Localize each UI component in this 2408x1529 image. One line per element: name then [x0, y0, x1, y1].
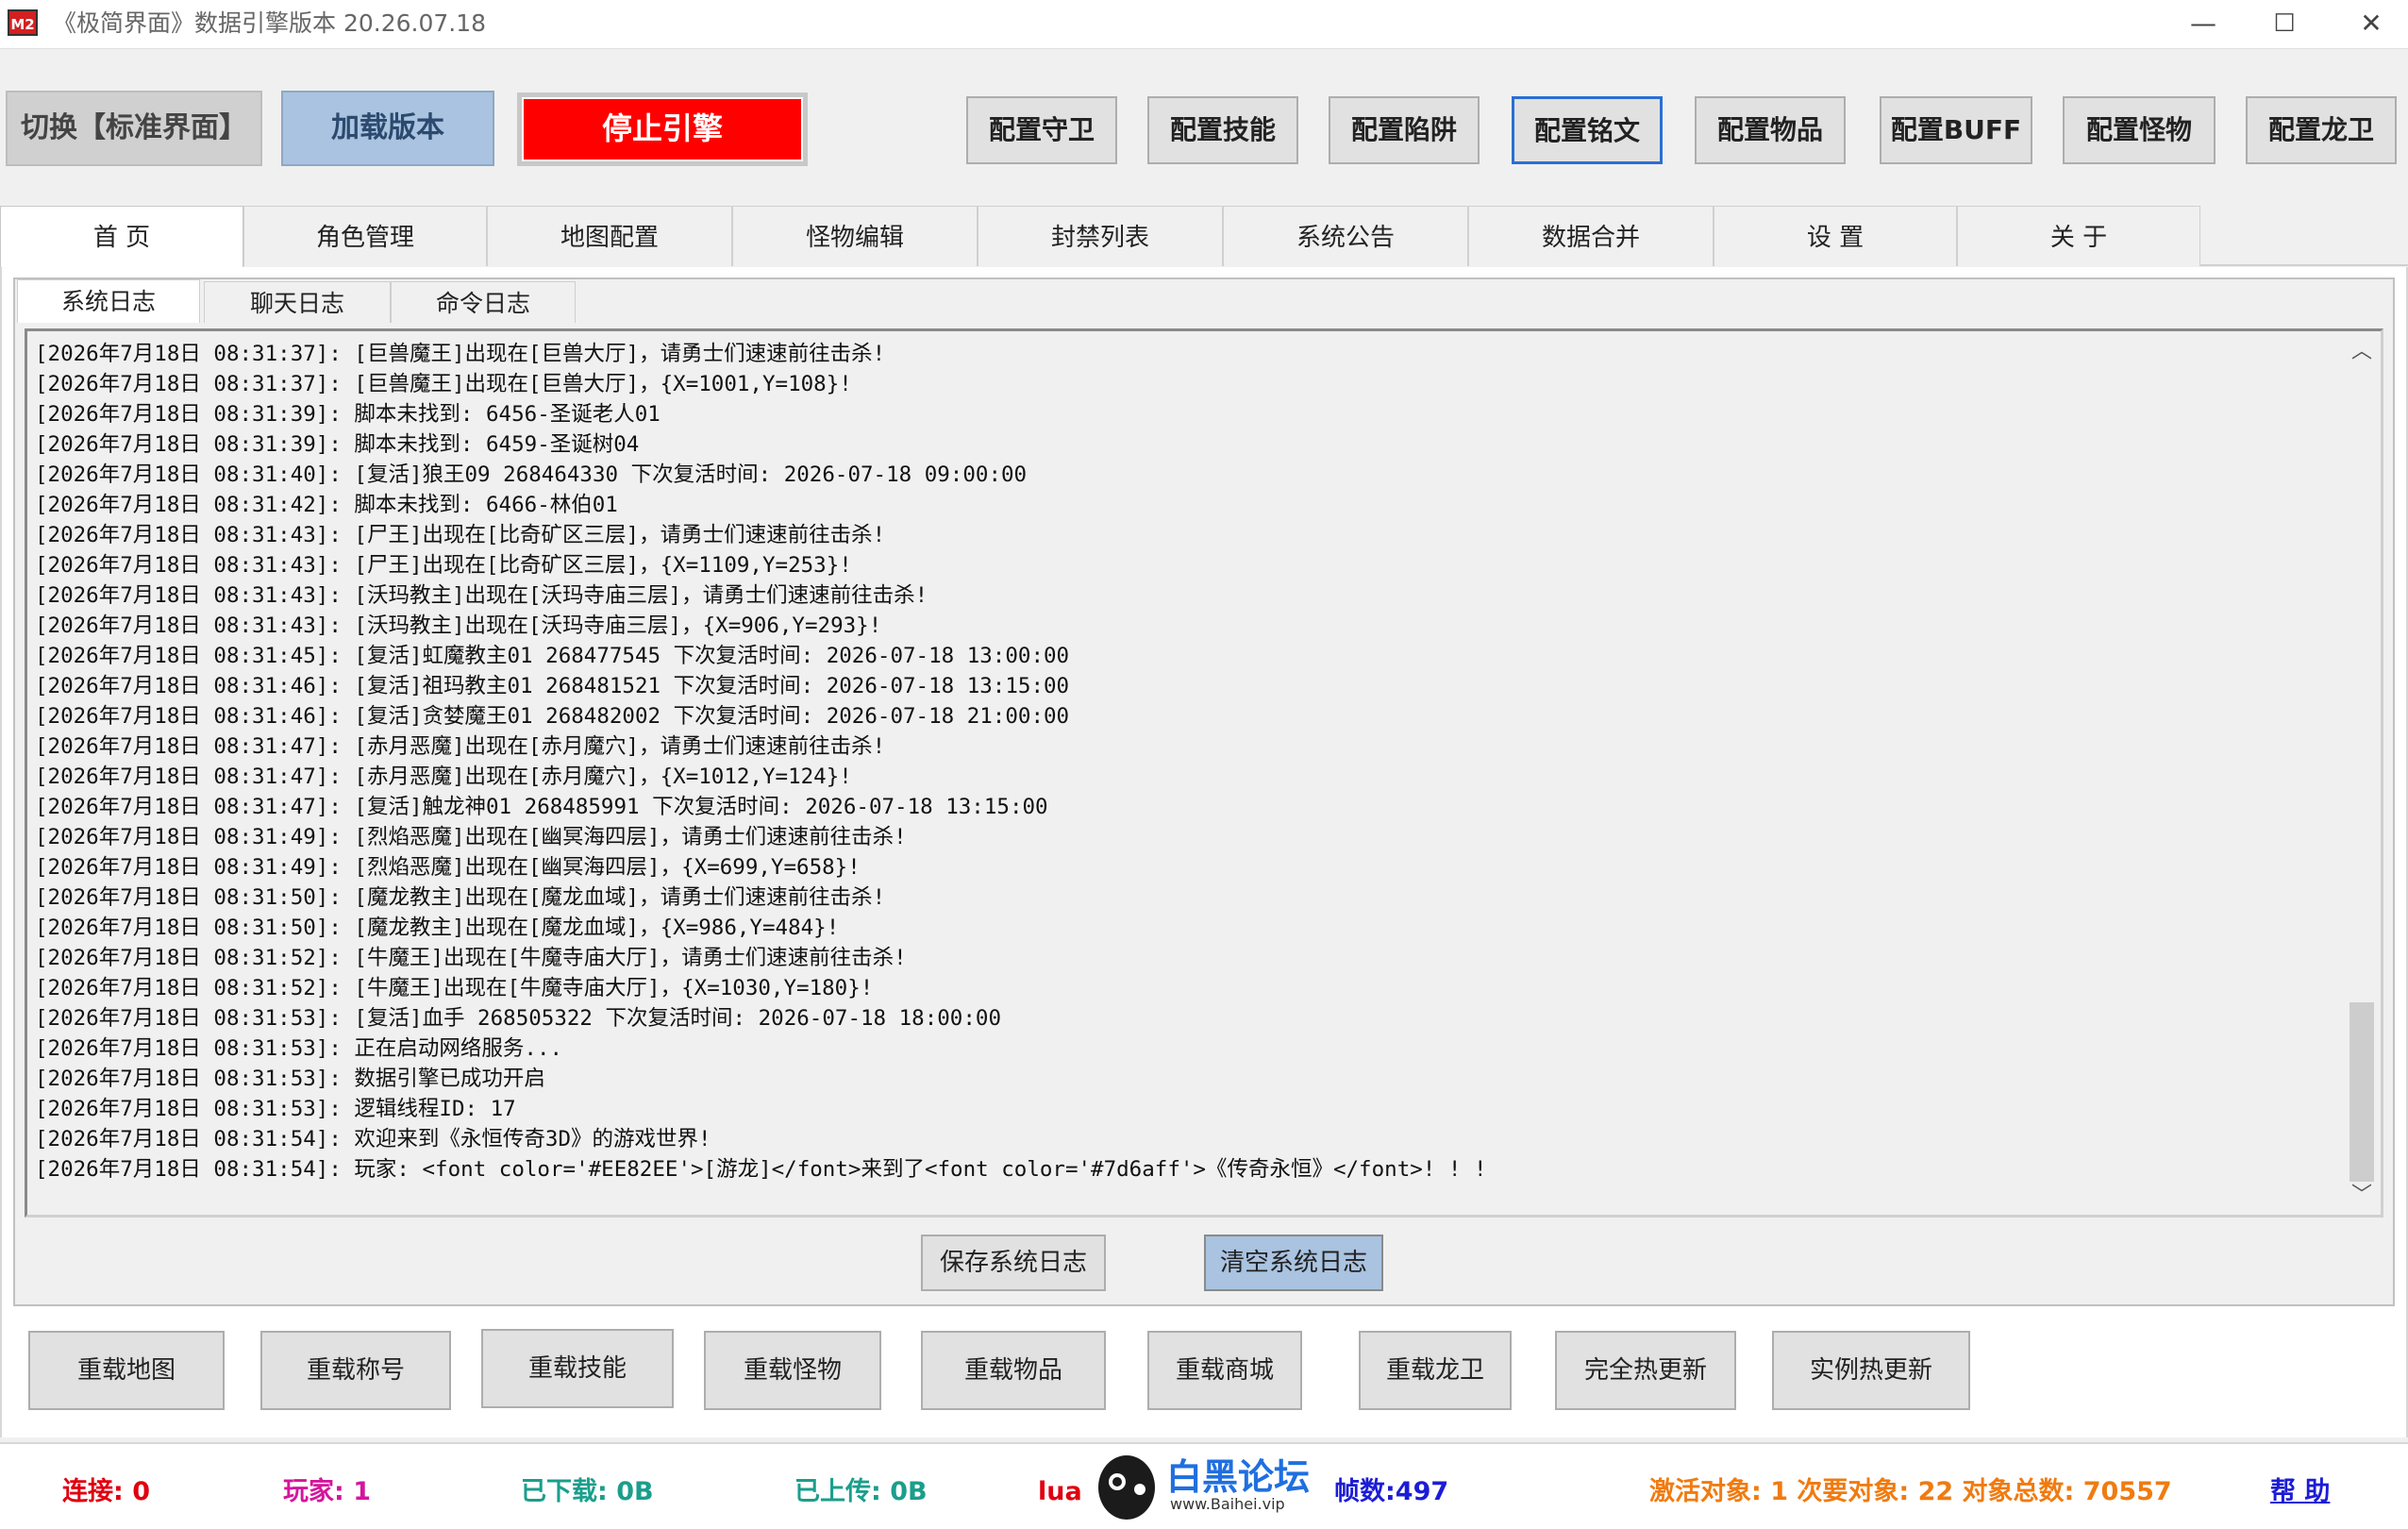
- close-button[interactable]: ✕: [2338, 0, 2404, 49]
- tab-map-config[interactable]: 地图配置: [487, 206, 732, 266]
- instance-hot-update-button[interactable]: 实例热更新: [1772, 1331, 1970, 1410]
- switch-ui-button[interactable]: 切换【标准界面】: [6, 91, 262, 166]
- full-hot-update-button[interactable]: 完全热更新: [1555, 1331, 1736, 1410]
- log-line: [2026年7月18日 08:31:46]: [复活]贪婪魔王01 268482…: [35, 704, 1070, 729]
- log-line: [2026年7月18日 08:31:42]: 脚本未找到: 6466-林伯01: [35, 493, 618, 517]
- log-line: [2026年7月18日 08:31:47]: [复活]触龙神01 2684859…: [35, 795, 1048, 819]
- tab-home[interactable]: 首 页: [0, 206, 243, 268]
- watermark-url: www.Baihei.vip: [1170, 1495, 1285, 1513]
- log-line: [2026年7月18日 08:31:37]: [巨兽魔王]出现在[巨兽大厅]，请…: [35, 342, 886, 366]
- tab-ban-list[interactable]: 封禁列表: [978, 206, 1223, 266]
- log-line: [2026年7月18日 08:31:43]: [沃玛教主]出现在[沃玛寺庙三层]…: [35, 583, 928, 608]
- watermark-name: 白黑论坛: [1166, 1456, 1311, 1498]
- reload-item-button[interactable]: 重载物品: [921, 1331, 1106, 1410]
- log-line: [2026年7月18日 08:31:54]: 玩家: <font color='…: [35, 1157, 1487, 1182]
- log-line: [2026年7月18日 08:31:53]: 正在启动网络服务...: [35, 1036, 563, 1061]
- clear-system-log-button[interactable]: 清空系统日志: [1204, 1235, 1383, 1291]
- load-version-button[interactable]: 加载版本: [281, 91, 494, 166]
- save-system-log-button[interactable]: 保存系统日志: [921, 1235, 1106, 1291]
- log-line: [2026年7月18日 08:31:43]: [尸王]出现在[比奇矿区三层]，请…: [35, 523, 886, 547]
- log-line: [2026年7月18日 08:31:53]: 逻辑线程ID: 17: [35, 1097, 516, 1121]
- tab-character-management[interactable]: 角色管理: [243, 206, 487, 266]
- tab-monster-edit[interactable]: 怪物编辑: [732, 206, 978, 266]
- status-objects: 激活对象: 1 次要对象: 22 对象总数: 70557: [1649, 1477, 2172, 1506]
- tab-data-merge[interactable]: 数据合并: [1468, 206, 1714, 266]
- log-line: [2026年7月18日 08:31:50]: [魔龙教主]出现在[魔龙血域]，请…: [35, 885, 886, 910]
- log-line: [2026年7月18日 08:31:52]: [牛魔王]出现在[牛魔寺庙大厅]，…: [35, 976, 874, 1000]
- system-log-textbox[interactable]: [2026年7月18日 08:31:37]: [巨兽魔王]出现在[巨兽大厅]，请…: [25, 328, 2383, 1218]
- reload-map-button[interactable]: 重载地图: [28, 1331, 225, 1410]
- reload-skill-button[interactable]: 重载技能: [481, 1329, 674, 1408]
- reload-monster-button[interactable]: 重载怪物: [704, 1331, 881, 1410]
- status-lua: lua: [1038, 1477, 1082, 1506]
- config-item-button[interactable]: 配置物品: [1695, 96, 1846, 164]
- log-line: [2026年7月18日 08:31:47]: [赤月恶魔]出现在[赤月魔穴]，请…: [35, 734, 886, 759]
- config-trap-button[interactable]: 配置陷阱: [1329, 96, 1480, 164]
- status-players: 玩家: 1: [283, 1477, 371, 1506]
- scroll-thumb[interactable]: [2349, 1002, 2374, 1182]
- reload-title-button[interactable]: 重载称号: [260, 1331, 451, 1410]
- app-icon: M2: [8, 9, 38, 36]
- status-uploaded: 已上传: 0B: [794, 1477, 928, 1506]
- scroll-up-arrow-icon[interactable]: ︿: [2344, 336, 2380, 368]
- status-frames: 帧数:497: [1334, 1477, 1449, 1506]
- subtab-command-log[interactable]: 命令日志: [391, 281, 576, 323]
- log-line: [2026年7月18日 08:31:40]: [复活]狼王09 26846433…: [35, 462, 1028, 487]
- log-line: [2026年7月18日 08:31:43]: [尸王]出现在[比奇矿区三层]，{…: [35, 553, 852, 578]
- stop-engine-button[interactable]: 停止引擎: [517, 92, 808, 166]
- log-line: [2026年7月18日 08:31:49]: [烈焰恶魔]出现在[幽冥海四层]，…: [35, 855, 861, 880]
- tab-system-announcement[interactable]: 系统公告: [1223, 206, 1468, 266]
- tab-about[interactable]: 关 于: [1957, 206, 2200, 266]
- subtab-chat-log[interactable]: 聊天日志: [204, 281, 391, 323]
- window-title: 《极简界面》数据引擎版本 20.26.07.18: [53, 9, 487, 37]
- scroll-down-arrow-icon[interactable]: ﹀: [2344, 1180, 2380, 1212]
- reload-shop-button[interactable]: 重载商城: [1147, 1331, 1302, 1410]
- log-line: [2026年7月18日 08:31:39]: 脚本未找到: 6456-圣诞老人0…: [35, 402, 661, 427]
- maximize-button[interactable]: ☐: [2251, 0, 2317, 49]
- config-skill-button[interactable]: 配置技能: [1147, 96, 1298, 164]
- status-connections: 连接: 0: [62, 1477, 150, 1506]
- log-line: [2026年7月18日 08:31:37]: [巨兽魔王]出现在[巨兽大厅]，{…: [35, 372, 852, 396]
- log-line: [2026年7月18日 08:31:46]: [复活]祖玛教主01 268481…: [35, 674, 1070, 698]
- config-buff-button[interactable]: 配置BUFF: [1880, 96, 2032, 164]
- log-line: [2026年7月18日 08:31:53]: 数据引擎已成功开启: [35, 1067, 545, 1091]
- status-downloaded: 已下载: 0B: [521, 1477, 654, 1506]
- log-lines: [2026年7月18日 08:31:37]: [巨兽魔王]出现在[巨兽大厅]，请…: [35, 339, 2337, 1185]
- subtab-system-log[interactable]: 系统日志: [17, 279, 200, 323]
- log-line: [2026年7月18日 08:31:50]: [魔龙教主]出现在[魔龙血域]，{…: [35, 916, 840, 940]
- config-guard-button[interactable]: 配置守卫: [966, 96, 1117, 164]
- reload-dragon-guard-button[interactable]: 重载龙卫: [1359, 1331, 1512, 1410]
- help-link[interactable]: 帮 助: [2270, 1476, 2330, 1508]
- log-line: [2026年7月18日 08:31:43]: [沃玛教主]出现在[沃玛寺庙三层]…: [35, 613, 882, 638]
- config-monster-button[interactable]: 配置怪物: [2063, 96, 2216, 164]
- log-line: [2026年7月18日 08:31:47]: [赤月恶魔]出现在[赤月魔穴]，{…: [35, 764, 852, 789]
- log-line: [2026年7月18日 08:31:54]: 欢迎来到《永恒传奇3D》的游戏世界…: [35, 1127, 711, 1151]
- config-inscription-button[interactable]: 配置铭文: [1512, 96, 1663, 164]
- log-line: [2026年7月18日 08:31:49]: [烈焰恶魔]出现在[幽冥海四层]，…: [35, 825, 907, 849]
- config-dragon-guard-button[interactable]: 配置龙卫: [2246, 96, 2397, 164]
- log-line: [2026年7月18日 08:31:39]: 脚本未找到: 6459-圣诞树04: [35, 432, 640, 457]
- log-line: [2026年7月18日 08:31:52]: [牛魔王]出现在[牛魔寺庙大厅]，…: [35, 946, 907, 970]
- minimize-button[interactable]: —: [2170, 0, 2236, 49]
- watermark-logo: 白黑论坛 www.Baihei.vip: [1091, 1444, 1317, 1525]
- log-line: [2026年7月18日 08:31:45]: [复活]虹魔教主01 268477…: [35, 644, 1070, 668]
- tab-settings[interactable]: 设 置: [1714, 206, 1957, 266]
- log-line: [2026年7月18日 08:31:53]: [复活]血手 268505322 …: [35, 1006, 1001, 1031]
